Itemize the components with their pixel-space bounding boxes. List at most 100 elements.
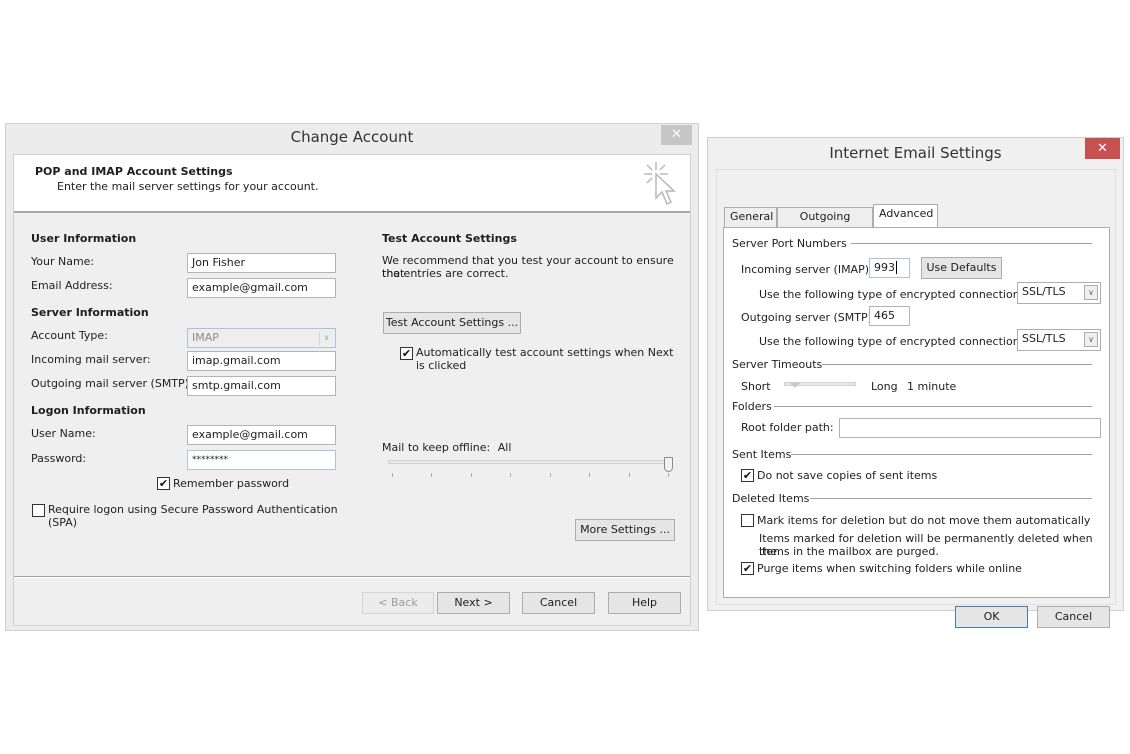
slider-tick [549, 473, 551, 477]
test-description-line2: the entries are correct. [382, 267, 509, 280]
spa-checkbox[interactable] [32, 504, 45, 517]
group-divider [810, 498, 1092, 499]
text-caret [896, 261, 897, 274]
outgoing-server-label: Outgoing mail server (SMTP): [31, 377, 193, 390]
change-account-dialog: Change Account ✕ POP and IMAP Account Se… [5, 123, 699, 631]
test-settings-heading: Test Account Settings [382, 232, 517, 245]
username-input[interactable]: example@gmail.com [187, 425, 336, 445]
outgoing-port-label: Outgoing server (SMTP): [741, 311, 876, 324]
offline-value: All [497, 441, 512, 454]
tab-outgoing-server[interactable]: Outgoing Server [777, 207, 873, 241]
username-label: User Name: [31, 427, 96, 440]
incoming-server-label: Incoming mail server: [31, 353, 151, 366]
group-divider [832, 243, 1092, 244]
timeouts-heading: Server Timeouts [732, 358, 823, 371]
close-button[interactable]: ✕ [661, 125, 692, 145]
ok-button[interactable]: OK [955, 606, 1028, 628]
close-icon: ✕ [1097, 141, 1108, 156]
timeout-value: 1 minute [907, 380, 957, 393]
group-divider [816, 364, 1092, 365]
outgoing-server-input[interactable]: smtp.gmail.com [187, 376, 336, 396]
dialog-body: POP and IMAP Account Settings Enter the … [13, 154, 691, 626]
user-info-heading: User Information [31, 232, 137, 245]
server-info-heading: Server Information [31, 306, 149, 319]
slider-tick [589, 473, 591, 477]
slider-thumb[interactable] [664, 457, 673, 472]
spa-label-line1: Require logon using Secure Password Auth… [48, 503, 338, 516]
incoming-encryption-label: Use the following type of encrypted conn… [759, 288, 1024, 301]
your-name-label: Your Name: [31, 255, 95, 268]
timeout-short-label: Short [741, 380, 771, 393]
slider-thumb[interactable] [790, 383, 801, 388]
email-label: Email Address: [31, 279, 113, 292]
group-divider [790, 454, 1092, 455]
remember-password-label: Remember password [173, 477, 290, 490]
more-settings-button[interactable]: More Settings ... [575, 519, 675, 541]
outgoing-encryption-label: Use the following type of encrypted conn… [759, 335, 1024, 348]
chevron-down-icon: ∨ [1084, 332, 1098, 347]
mark-deletion-label: Mark items for deletion but do not move … [757, 514, 1091, 527]
next-button[interactable]: Next > [437, 592, 510, 614]
cancel-button[interactable]: Cancel [522, 592, 595, 614]
footer-separator [14, 576, 690, 578]
chevron-down-icon: ∨ [319, 331, 333, 345]
your-name-input[interactable]: Jon Fisher [187, 253, 336, 273]
auto-test-label-line1: Automatically test account settings when… [416, 346, 674, 359]
incoming-encryption-value: SSL/TLS [1022, 285, 1066, 298]
dialog-title: Internet Email Settings [829, 144, 1002, 162]
tab-general[interactable]: General [724, 207, 777, 227]
account-type-select[interactable]: IMAP ∨ [187, 328, 336, 348]
purge-checkbox[interactable]: ✔ [741, 562, 754, 575]
offline-label-text: Mail to keep offline: [382, 441, 491, 454]
logon-info-heading: Logon Information [31, 404, 146, 417]
slider-track [388, 460, 668, 464]
no-copies-label: Do not save copies of sent items [757, 469, 938, 482]
sent-items-heading: Sent Items [732, 448, 792, 461]
root-folder-input[interactable] [839, 418, 1101, 438]
root-folder-label: Root folder path: [741, 421, 834, 434]
chevron-down-icon: ∨ [1084, 285, 1098, 300]
close-button[interactable]: ✕ [1085, 138, 1120, 159]
auto-test-label-line2: is clicked [416, 359, 467, 372]
advanced-tab-pane: Server Port Numbers Incoming server (IMA… [723, 227, 1110, 598]
deletion-note-line2: items in the mailbox are purged. [759, 545, 939, 558]
auto-test-checkbox[interactable]: ✔ [400, 347, 413, 360]
internet-email-settings-dialog: Internet Email Settings ✕ General Outgoi… [707, 137, 1124, 628]
remember-password-checkbox[interactable]: ✔ [157, 477, 170, 490]
incoming-server-input[interactable]: imap.gmail.com [187, 351, 336, 371]
dialog-title: Change Account [290, 128, 414, 146]
spa-label-line2: (SPA) [48, 516, 78, 529]
test-account-settings-button[interactable]: Test Account Settings ... [383, 312, 521, 334]
back-button[interactable]: < Back [362, 592, 434, 614]
incoming-port-value: 993 [874, 261, 895, 274]
password-input[interactable]: ******** [187, 450, 336, 470]
outgoing-encryption-select[interactable]: SSL/TLS ∨ [1017, 329, 1101, 351]
use-defaults-button[interactable]: Use Defaults [921, 257, 1002, 279]
close-icon: ✕ [671, 127, 682, 142]
cancel-button[interactable]: Cancel [1037, 606, 1110, 628]
timeout-slider[interactable] [784, 379, 858, 393]
email-input[interactable]: example@gmail.com [187, 278, 336, 298]
outgoing-encryption-value: SSL/TLS [1022, 332, 1066, 345]
deleted-items-heading: Deleted Items [732, 492, 810, 505]
cursor-click-icon [644, 162, 676, 206]
offline-slider[interactable] [388, 457, 673, 479]
slider-tick [668, 473, 669, 477]
timeout-long-label: Long [871, 380, 898, 393]
mark-deletion-checkbox[interactable] [741, 514, 754, 527]
slider-tick [470, 473, 472, 477]
group-divider [774, 406, 1092, 407]
server-ports-heading: Server Port Numbers [732, 237, 851, 250]
no-copies-checkbox[interactable]: ✔ [741, 469, 754, 482]
dialog-header: POP and IMAP Account Settings Enter the … [14, 155, 690, 213]
slider-tick [392, 473, 393, 477]
outgoing-port-input[interactable]: 465 [869, 306, 910, 326]
folders-heading: Folders [732, 400, 772, 413]
tab-advanced[interactable]: Advanced [873, 204, 938, 227]
slider-tick [510, 473, 512, 477]
account-type-value: IMAP [192, 331, 219, 344]
account-type-label: Account Type: [31, 329, 108, 342]
help-button[interactable]: Help [608, 592, 681, 614]
incoming-encryption-select[interactable]: SSL/TLS ∨ [1017, 282, 1101, 304]
incoming-port-input[interactable]: 993 [869, 258, 910, 278]
